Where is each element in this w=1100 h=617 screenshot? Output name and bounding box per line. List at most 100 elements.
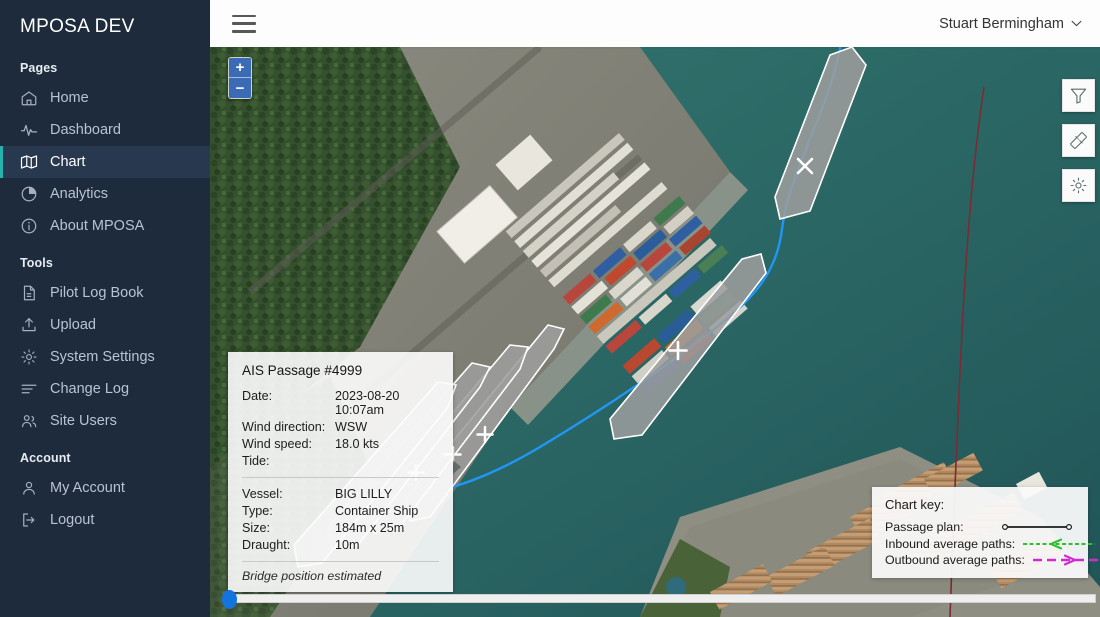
info-panel-title: AIS Passage #4999 (242, 363, 363, 378)
info-value: 2023-08-20 10:07am (335, 388, 400, 417)
divider (242, 561, 439, 562)
info-value: BIG LILLY (335, 486, 393, 501)
chart-key-label: Inbound average paths: (885, 536, 1016, 551)
top-bar: Stuart Bermingham (210, 0, 1100, 47)
sidebar-item-about-mposa[interactable]: About MPOSA (0, 210, 210, 242)
sidebar-item-label: Logout (50, 512, 95, 528)
map-tool-buttons (1062, 79, 1095, 214)
sidebar-item-chart[interactable]: Chart (0, 146, 210, 178)
panel-pointer-icon (453, 460, 461, 474)
table-row: Vessel: BIG LILLY (242, 485, 439, 502)
info-key: Wind direction: (242, 419, 326, 434)
chart-key-row-outbound: Outbound average paths: (885, 553, 1100, 567)
zoom-in-button[interactable]: + (229, 58, 251, 78)
sidebar-item-system-settings[interactable]: System Settings (0, 341, 210, 373)
chart-key-label: Passage plan: (885, 520, 964, 534)
app-root: MPOSA DEV Pages Home Dashboard Chart Ana… (0, 0, 1100, 617)
info-panel-footnote: Bridge position estimated (242, 569, 382, 583)
sidebar-item-change-log[interactable]: Change Log (0, 373, 210, 405)
info-panel-conditions-table: Date: 2023-08-20 10:07am Wind direction:… (242, 387, 439, 469)
sidebar-item-analytics[interactable]: Analytics (0, 178, 210, 210)
hamburger-icon[interactable] (232, 14, 256, 33)
chart-map[interactable]: + − AIS Passage #4999 Date: 2023-08-20 1… (210, 47, 1100, 617)
sidebar-item-home[interactable]: Home (0, 82, 210, 114)
sidebar-section-tools: Tools (20, 256, 53, 270)
table-row: Date: 2023-08-20 10:07am (242, 387, 439, 418)
zoom-out-button[interactable]: − (229, 78, 251, 98)
info-key: Type: (242, 503, 273, 518)
vessel-outline-mid[interactable] (609, 253, 767, 440)
table-row: Wind speed: 18.0 kts (242, 435, 439, 452)
sidebar-item-pilot-log-book[interactable]: Pilot Log Book (0, 277, 210, 309)
table-row: Tide: (242, 452, 439, 469)
table-row: Type: Container Ship (242, 502, 439, 519)
ruler-icon (1070, 132, 1087, 149)
chart-key-label: Outbound average paths: (885, 553, 1025, 567)
sidebar-item-label: System Settings (50, 349, 155, 365)
sidebar-item-label: Upload (50, 317, 96, 333)
table-row: Wind direction: WSW (242, 418, 439, 435)
info-key: Wind speed: (242, 436, 313, 451)
document-icon (20, 284, 38, 302)
chart-key-title: Chart key: (885, 497, 945, 512)
divider (242, 477, 439, 478)
line-with-endpoints-icon (1001, 523, 1072, 531)
info-key: Draught: (242, 537, 291, 552)
map-zoom-controls[interactable]: + − (228, 57, 252, 99)
info-circle-icon (20, 217, 38, 235)
info-panel-vessel-table: Vessel: BIG LILLY Type: Container Ship S… (242, 485, 439, 553)
table-row: Draught: 10m (242, 536, 439, 553)
info-value: WSW (335, 419, 368, 434)
gear-icon (20, 348, 38, 366)
sidebar-item-site-users[interactable]: Site Users (0, 405, 210, 437)
sidebar-item-label: Change Log (50, 381, 130, 397)
sidebar-item-label: Chart (50, 154, 86, 170)
info-value: 10m (335, 537, 360, 552)
sidebar-item-label: Pilot Log Book (50, 285, 144, 301)
app-brand: MPOSA DEV (20, 16, 135, 37)
info-value (335, 452, 439, 469)
timeline-slider[interactable] (222, 590, 1096, 609)
dashed-arrow-left-icon (1023, 538, 1096, 549)
chart-key-row-passage-plan: Passage plan: (885, 520, 1075, 534)
sidebar-item-label: My Account (50, 480, 125, 496)
dashed-arrow-right-icon (1032, 554, 1100, 566)
table-row: Size: 184m x 25m (242, 519, 439, 536)
info-key: Vessel: (242, 486, 283, 501)
map-icon (20, 153, 38, 171)
sidebar-item-label: About MPOSA (50, 218, 145, 234)
sidebar-item-label: Home (50, 90, 89, 106)
sidebar-item-my-account[interactable]: My Account (0, 472, 210, 504)
sidebar-section-pages: Pages (20, 61, 58, 75)
sidebar: MPOSA DEV Pages Home Dashboard Chart Ana… (0, 0, 210, 617)
home-icon (20, 89, 38, 107)
chevron-down-icon (1071, 20, 1082, 27)
measure-tool-button[interactable] (1062, 124, 1095, 157)
gear-icon (1070, 177, 1087, 194)
info-key: Date: (242, 388, 273, 403)
timeline-slider-handle[interactable] (222, 590, 237, 609)
sidebar-item-label: Dashboard (50, 122, 121, 138)
sidebar-item-label: Analytics (50, 186, 109, 202)
funnel-icon (1070, 88, 1087, 104)
user-name-label: Stuart Bermingham (939, 15, 1064, 32)
vessel-outline-upper[interactable] (774, 47, 867, 220)
upload-icon (20, 316, 38, 334)
list-lines-icon (20, 380, 38, 398)
user-menu[interactable]: Stuart Bermingham (939, 16, 1082, 32)
activity-icon (20, 121, 38, 139)
map-settings-button[interactable] (1062, 169, 1095, 202)
filter-tool-button[interactable] (1062, 79, 1095, 112)
info-value: 184m x 25m (335, 520, 405, 535)
sidebar-item-upload[interactable]: Upload (0, 309, 210, 341)
main-area: Stuart Bermingham + − AIS Passage #4999 … (210, 0, 1100, 617)
user-icon (20, 479, 38, 497)
chart-key-row-inbound: Inbound average paths: (885, 536, 1096, 551)
sidebar-item-label: Site Users (50, 413, 117, 429)
sidebar-item-logout[interactable]: Logout (0, 504, 210, 536)
sidebar-item-dashboard[interactable]: Dashboard (0, 114, 210, 146)
chart-key-panel: Chart key: Passage plan: Inbound average… (872, 487, 1100, 578)
info-key: Tide: (242, 453, 270, 468)
pie-chart-icon (20, 185, 38, 203)
sidebar-section-account: Account (20, 451, 71, 465)
